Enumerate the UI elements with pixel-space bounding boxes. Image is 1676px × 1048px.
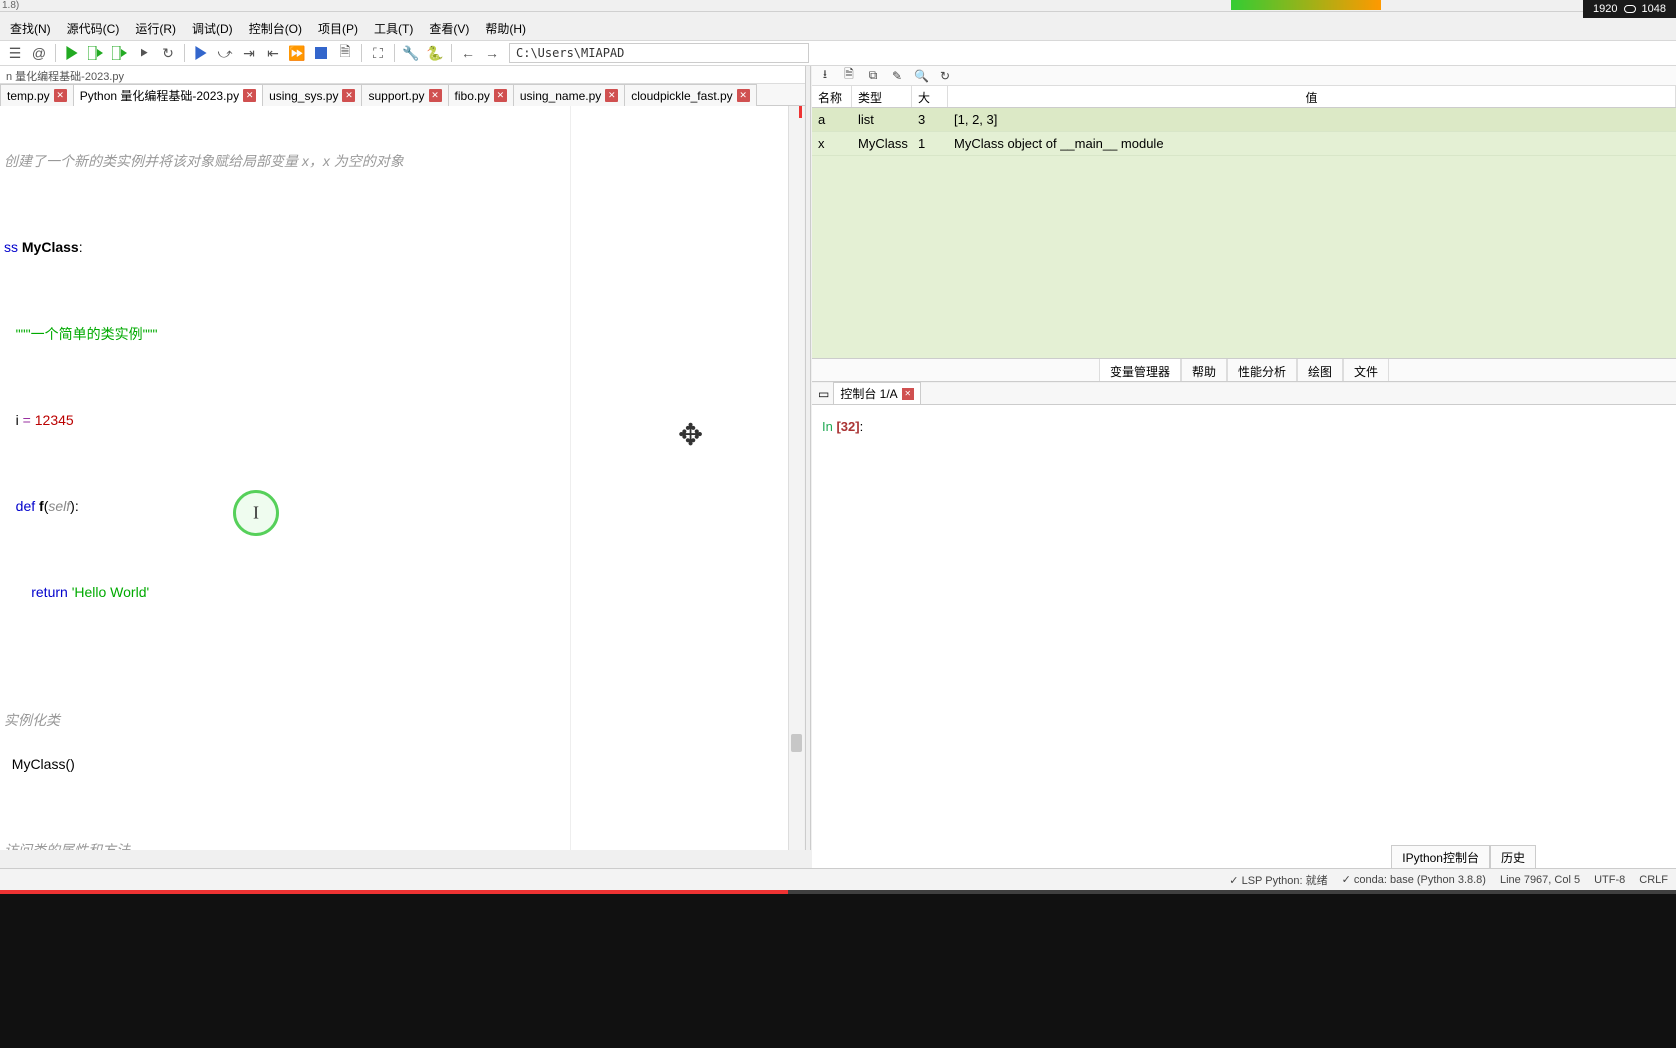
menu-debug[interactable]: 调试(D)	[184, 18, 241, 38]
step-out-icon[interactable]: ⇤	[262, 42, 284, 64]
console-bottom-tabs: IPython控制台 历史	[1391, 845, 1536, 870]
console-options-icon[interactable]: ▭	[818, 387, 829, 401]
col-name[interactable]: 名称	[812, 86, 852, 107]
menu-run[interactable]: 运行(R)	[127, 18, 184, 38]
column-ruler	[570, 106, 571, 850]
link-icon	[1624, 5, 1636, 13]
breadcrumb[interactable]: n 量化编程基础-2023.py	[0, 66, 810, 84]
menu-project[interactable]: 项目(P)	[310, 18, 366, 38]
editor-scrollbar[interactable]	[788, 106, 804, 850]
progress-fill	[0, 890, 788, 894]
tab-profiler[interactable]: 性能分析	[1227, 359, 1297, 381]
menu-source[interactable]: 源代码(C)	[59, 18, 128, 38]
run-selection-icon[interactable]: ⯈	[133, 42, 155, 64]
menu-tools[interactable]: 工具(T)	[366, 18, 421, 38]
right-pane-tabs: 变量管理器 帮助 性能分析 绘图 文件	[812, 358, 1676, 382]
pane-splitter[interactable]	[805, 66, 811, 850]
run-cell-advance-icon[interactable]	[109, 42, 131, 64]
editor-tabs: temp.py✕ Python 量化编程基础-2023.py✕ using_sy…	[0, 84, 810, 106]
tab-ipython-console[interactable]: IPython控制台	[1391, 845, 1490, 870]
scroll-thumb[interactable]	[791, 734, 802, 752]
wrench-icon[interactable]: 🔧	[400, 42, 422, 64]
edit-icon[interactable]: ✎	[890, 69, 904, 83]
run-icon[interactable]	[61, 42, 83, 64]
col-value[interactable]: 值	[948, 86, 1676, 107]
close-icon[interactable]: ✕	[243, 89, 256, 102]
console-tab[interactable]: 控制台 1/A✕	[833, 382, 920, 405]
menu-find[interactable]: 查找(N)	[2, 18, 59, 38]
toolbar: ☰ @ ⯈ ↻ ⤻ ⇥ ⇤ ⏩ 🗎 ⛶ 🔧 🐍 ← → C:\Users\MIA…	[0, 40, 1676, 66]
menu-console[interactable]: 控制台(O)	[241, 18, 310, 38]
close-icon[interactable]: ✕	[902, 388, 914, 400]
tab-main[interactable]: Python 量化编程基础-2023.py✕	[73, 84, 263, 106]
variable-explorer: alist3[1, 2, 3] xMyClass1MyClass object …	[812, 108, 1676, 358]
path-input[interactable]: C:\Users\MIAPAD	[509, 43, 809, 63]
tab-files[interactable]: 文件	[1343, 359, 1389, 381]
title-bar: 1.8)	[0, 0, 1676, 12]
code-editor[interactable]: 创建了一个新的类实例并将该对象赋给局部变量 x，x 为空的对象 ss MyCla…	[0, 106, 788, 850]
step-into-icon[interactable]: ⇥	[238, 42, 260, 64]
variable-row[interactable]: xMyClass1MyClass object of __main__ modu…	[812, 132, 1676, 156]
refresh-icon[interactable]: ↻	[938, 69, 952, 83]
search-icon[interactable]: 🔍	[914, 69, 928, 83]
close-icon[interactable]: ✕	[605, 89, 618, 102]
resolution-badge: 19201048	[1583, 0, 1676, 18]
menu-bar: 查找(N) 源代码(C) 运行(R) 调试(D) 控制台(O) 项目(P) 工具…	[0, 18, 1676, 38]
tab-fibo[interactable]: fibo.py✕	[448, 84, 514, 106]
debug-icon[interactable]	[190, 42, 212, 64]
maximize-icon[interactable]: ⛶	[367, 42, 389, 64]
scroll-marker	[799, 106, 802, 118]
variable-explorer-header: 名称 类型 大小 值	[812, 86, 1676, 108]
copy-icon[interactable]: ⧉	[866, 68, 880, 83]
stop-icon[interactable]	[310, 42, 332, 64]
status-encoding[interactable]: UTF-8	[1594, 874, 1625, 886]
continue-icon[interactable]: ⏩	[286, 42, 308, 64]
col-size[interactable]: 大小	[912, 86, 948, 107]
tab-using-name[interactable]: using_name.py✕	[513, 84, 625, 106]
status-eol[interactable]: CRLF	[1639, 874, 1668, 886]
back-icon[interactable]: ←	[457, 42, 479, 64]
activity-indicator	[1231, 0, 1381, 10]
tab-plots[interactable]: 绘图	[1297, 359, 1343, 381]
tab-history[interactable]: 历史	[1490, 845, 1536, 870]
close-icon[interactable]: ✕	[54, 89, 67, 102]
tab-using-sys[interactable]: using_sys.py✕	[262, 84, 362, 106]
step-over-icon[interactable]: ⤻	[214, 42, 236, 64]
menu-help[interactable]: 帮助(H)	[477, 18, 534, 38]
progress-bar[interactable]	[0, 890, 1676, 894]
debug-file-icon[interactable]: 🗎	[334, 42, 356, 64]
variable-explorer-toolbar: ⭳ 🗎 ⧉ ✎ 🔍 ↻	[812, 66, 1676, 86]
menu-icon[interactable]: ☰	[4, 42, 26, 64]
status-bar: ✓ LSP Python: 就绪 ✓ conda: base (Python 3…	[0, 868, 1676, 890]
close-icon[interactable]: ✕	[429, 89, 442, 102]
video-player-strip	[0, 890, 1676, 1048]
variable-row[interactable]: alist3[1, 2, 3]	[812, 108, 1676, 132]
save-icon[interactable]: 🗎	[842, 65, 856, 86]
status-conda[interactable]: ✓ conda: base (Python 3.8.8)	[1342, 873, 1486, 886]
python-icon[interactable]: 🐍	[424, 42, 446, 64]
tab-temp[interactable]: temp.py✕	[0, 84, 74, 106]
col-type[interactable]: 类型	[852, 86, 912, 107]
run-cell-icon[interactable]	[85, 42, 107, 64]
import-icon[interactable]: ⭳	[818, 65, 832, 86]
status-lsp[interactable]: ✓ LSP Python: 就绪	[1229, 872, 1327, 888]
tab-support[interactable]: support.py✕	[361, 84, 448, 106]
console-tabs: ▭ 控制台 1/A✕	[812, 383, 1676, 405]
forward-icon[interactable]: →	[481, 42, 503, 64]
menu-view[interactable]: 查看(V)	[421, 18, 477, 38]
tab-variable-explorer[interactable]: 变量管理器	[1099, 359, 1181, 381]
status-position[interactable]: Line 7967, Col 5	[1500, 874, 1580, 886]
close-icon[interactable]: ✕	[494, 89, 507, 102]
tab-cloudpickle[interactable]: cloudpickle_fast.py✕	[624, 84, 756, 106]
close-icon[interactable]: ✕	[737, 89, 750, 102]
rerun-icon[interactable]: ↻	[157, 42, 179, 64]
close-icon[interactable]: ✕	[342, 89, 355, 102]
at-icon[interactable]: @	[28, 42, 50, 64]
console-prompt: In	[822, 419, 836, 434]
tab-help[interactable]: 帮助	[1181, 359, 1227, 381]
